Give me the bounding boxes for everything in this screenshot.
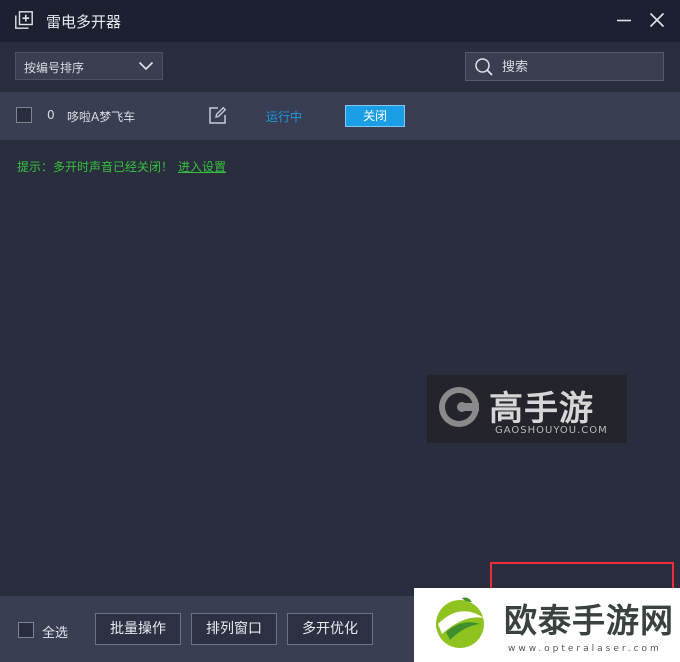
batch-operation-button[interactable]: 批量操作 <box>95 613 181 645</box>
instance-status: 运行中 <box>266 110 303 124</box>
watermark-logo-icon <box>439 387 479 427</box>
select-all-checkbox[interactable] <box>18 622 34 638</box>
edit-icon[interactable] <box>208 106 227 125</box>
brand-overlay: 欧泰手游网 www.opteralaser.com <box>414 588 680 662</box>
instance-name: 哆啦A梦飞车 <box>67 110 136 124</box>
arrange-windows-button[interactable]: 排列窗口 <box>191 613 277 645</box>
instance-checkbox[interactable] <box>16 107 32 123</box>
enter-settings-link[interactable]: 进入设置 <box>178 158 226 175</box>
close-instance-button[interactable]: 关闭 <box>345 105 405 127</box>
sort-dropdown-label: 按编号排序 <box>24 61 85 75</box>
search-icon <box>475 58 493 76</box>
brand-url: www.opteralaser.com <box>508 644 662 654</box>
window-title: 雷电多开器 <box>46 13 122 31</box>
sound-off-tip: 提示：多开时声音已经关闭！ <box>17 160 174 174</box>
instance-index: 0 <box>47 108 55 122</box>
brand-logo-icon <box>436 597 484 648</box>
search-box <box>465 52 664 81</box>
multi-instance-manager-window: 雷电多开器 按编号排序 0 哆啦A梦飞车 运行 <box>0 0 680 662</box>
watermark-name: 高手游 <box>489 389 594 429</box>
watermark: 高手游 GAOSHOUYOU.COM <box>427 375 627 443</box>
close-icon[interactable] <box>647 10 667 30</box>
brand-name: 欧泰手游网 <box>504 601 674 640</box>
multi-instance-optimize-button[interactable]: 多开优化 <box>287 613 373 645</box>
watermark-domain: GAOSHOUYOU.COM <box>495 425 608 436</box>
chevron-down-icon <box>138 61 154 71</box>
sort-dropdown[interactable]: 按编号排序 <box>15 52 163 80</box>
minimize-icon[interactable] <box>614 10 634 30</box>
select-all-label: 全选 <box>42 626 69 641</box>
app-icon <box>15 11 33 29</box>
search-input[interactable] <box>500 56 654 79</box>
instance-row: 0 哆啦A梦飞车 运行中 关闭 <box>0 92 680 140</box>
title-bar: 雷电多开器 <box>0 0 680 42</box>
toolbar: 按编号排序 <box>0 42 680 92</box>
